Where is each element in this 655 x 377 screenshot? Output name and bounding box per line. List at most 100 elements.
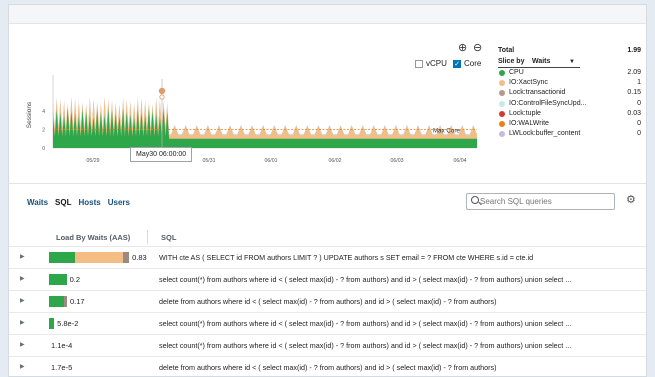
legend-total-value: 1.99 xyxy=(627,47,641,54)
load-value: 1.1e-4 xyxy=(51,341,73,350)
sql-text: select count(*) from authors where id < … xyxy=(159,275,572,284)
table-row[interactable]: ▶ 1.1e-4 select count(*) from authors wher… xyxy=(9,334,646,357)
legend-item-value: 0.03 xyxy=(627,109,641,117)
performance-insights-panel: ⊕ ⊖ vCPU ✓ Core 4 2 0 Sessions Max Core 05/29… xyxy=(8,4,647,377)
table-header: Load By Waits (AAS) SQL xyxy=(9,228,646,246)
y-tick-label: 0 xyxy=(42,146,45,152)
load-bar-segment xyxy=(75,252,123,263)
x-tick-label: 06/03 xyxy=(391,158,404,164)
x-tick-label: 06/02 xyxy=(329,158,342,164)
search-icon xyxy=(471,196,479,204)
x-tick-label: 05/29 xyxy=(87,158,100,164)
load-bar-segment xyxy=(122,252,130,263)
zoom-in-icon[interactable]: ⊕ xyxy=(458,43,467,54)
legend-item[interactable]: IO:WALWrite 0 xyxy=(496,119,641,129)
load-value: 0.2 xyxy=(69,275,81,284)
legend-item-name: Lock:transactionid xyxy=(509,89,566,97)
tab-users[interactable]: Users xyxy=(108,198,130,207)
core-label: Core xyxy=(464,59,482,68)
expand-caret-icon[interactable]: ▶ xyxy=(20,319,25,326)
legend-dot xyxy=(499,80,505,87)
legend-item[interactable]: CPU 2.09 xyxy=(496,68,641,78)
legend-item-name: IO:XactSync xyxy=(509,79,548,87)
table-row[interactable]: ▶ 0.83 WITH cte AS ( SELECT id FROM author… xyxy=(9,246,646,269)
sql-text: WITH cte AS ( SELECT id FROM authors LIM… xyxy=(159,253,534,262)
load-bar-segment xyxy=(49,274,67,285)
legend-total: Total 1.99 xyxy=(496,45,641,56)
table-row[interactable]: ▶ 0.2 select count(*) from authors where i… xyxy=(9,268,646,291)
dimension-tabs: Waits SQL Hosts Users xyxy=(27,198,130,207)
legend-item-value: 0 xyxy=(637,99,641,107)
legend-item[interactable]: Lock:transactionid 0.15 xyxy=(496,88,641,98)
x-tick-label: 05/31 xyxy=(203,158,216,164)
core-checkbox[interactable]: ✓ xyxy=(453,60,461,68)
legend-dot xyxy=(499,90,505,97)
table-row[interactable]: ▶ 1.7e-5 delete from authors where id < ( … xyxy=(9,356,646,376)
slice-by-dropdown[interactable]: Slice by Waits ▼ xyxy=(496,56,641,68)
search-box[interactable] xyxy=(466,193,615,210)
legend-item[interactable]: LWLock:buffer_content 0 xyxy=(496,129,641,139)
load-bar xyxy=(49,296,67,307)
load-value: 5.8e-2 xyxy=(57,319,79,328)
x-tick-label: 06/01 xyxy=(265,158,278,164)
core-toggle[interactable]: ✓ Core xyxy=(453,59,481,69)
legend-item[interactable]: Lock:tuple 0.03 xyxy=(496,109,641,119)
expand-caret-icon[interactable]: ▶ xyxy=(20,341,25,348)
legend-item[interactable]: IO:ControlFileSyncUpd... 0 xyxy=(496,99,641,109)
load-bar-segment xyxy=(49,252,76,263)
legend-dot xyxy=(499,100,505,107)
legend-item-name: IO:WALWrite xyxy=(509,119,549,127)
tab-waits[interactable]: Waits xyxy=(27,198,48,207)
load-bar xyxy=(49,274,67,285)
zoom-out-icon[interactable]: ⊖ xyxy=(473,43,482,54)
load-bar-segment xyxy=(49,318,55,329)
legend-item-value: 0 xyxy=(637,119,641,127)
expand-caret-icon[interactable]: ▶ xyxy=(20,275,25,282)
load-bar xyxy=(49,318,55,329)
load-value: 0.17 xyxy=(69,297,85,306)
column-header-load: Load By Waits (AAS) xyxy=(56,233,131,242)
load-bar xyxy=(49,252,130,263)
legend-item-value: 0 xyxy=(637,130,641,138)
y-axis-label: Sessions xyxy=(26,101,33,128)
load-value: 1.7e-5 xyxy=(51,363,73,372)
legend-item-name: CPU xyxy=(509,69,524,76)
legend-dot xyxy=(499,110,505,117)
expand-caret-icon[interactable]: ▶ xyxy=(20,297,25,304)
column-header-sql: SQL xyxy=(161,233,177,242)
legend-item-value: 2.09 xyxy=(627,69,641,76)
search-input[interactable] xyxy=(480,196,610,207)
legend-item-name: IO:ControlFileSyncUpd... xyxy=(509,99,587,107)
sql-text: delete from authors where id < ( select … xyxy=(159,363,497,372)
db-load-chart[interactable]: 4 2 0 Sessions Max Core 05/29 05/31 06/01 06/02 0… xyxy=(9,71,489,169)
vcpu-toggle[interactable]: vCPU xyxy=(415,59,447,69)
vcpu-checkbox[interactable] xyxy=(415,60,423,68)
sql-text: select count(*) from authors where id < … xyxy=(159,319,572,328)
series-cpu xyxy=(53,108,477,148)
load-value: 0.83 xyxy=(132,253,147,262)
legend-items: CPU 2.09 IO:XactSync 1 Lock:transactionid 0.1… xyxy=(496,68,641,139)
max-core-label: Max Core xyxy=(433,128,460,135)
legend-total-label: Total xyxy=(498,47,515,54)
gear-icon[interactable]: ⚙ xyxy=(626,195,636,206)
legend-dot xyxy=(499,120,505,127)
sql-text: select count(*) from authors where id < … xyxy=(159,341,572,350)
load-bar-segment xyxy=(63,296,67,307)
tab-hosts[interactable]: Hosts xyxy=(79,198,101,207)
divider xyxy=(9,183,646,184)
top-strip xyxy=(9,5,646,24)
sql-text: delete from authors where id < ( select … xyxy=(159,297,497,306)
table-row[interactable]: ▶ 0.17 delete from authors where id < ( se… xyxy=(9,290,646,313)
tab-sql[interactable]: SQL xyxy=(55,198,71,207)
legend-item-value: 1 xyxy=(637,79,641,87)
legend-item-name: LWLock:buffer_content xyxy=(509,130,581,138)
legend: Total 1.99 Slice by Waits ▼ CPU 2.09 IO:Xa… xyxy=(496,45,641,139)
y-tick-label: 4 xyxy=(42,109,45,115)
vcpu-label: vCPU xyxy=(426,59,447,68)
expand-caret-icon[interactable]: ▶ xyxy=(20,363,25,370)
table-row[interactable]: ▶ 5.8e-2 select count(*) from authors wher… xyxy=(9,312,646,335)
legend-item-name: Lock:tuple xyxy=(509,109,541,117)
legend-dot xyxy=(499,131,505,138)
legend-item[interactable]: IO:XactSync 1 xyxy=(496,78,641,88)
expand-caret-icon[interactable]: ▶ xyxy=(20,253,25,260)
